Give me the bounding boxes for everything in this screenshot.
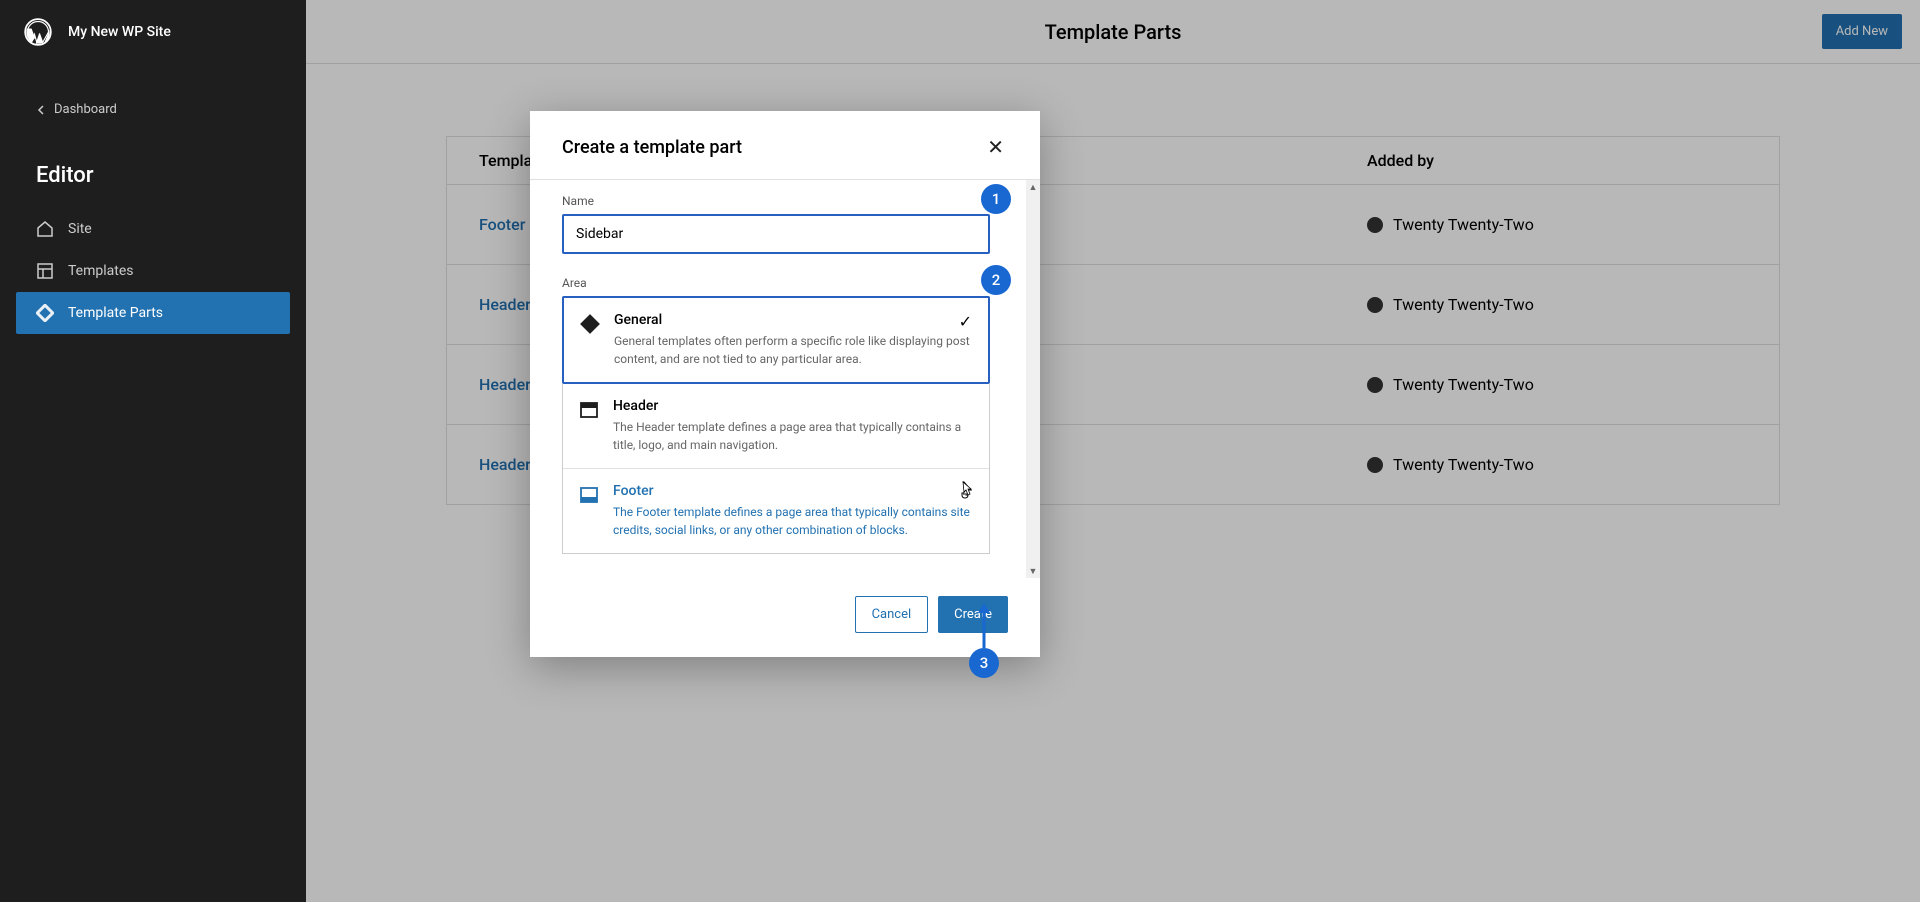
general-icon <box>580 314 600 334</box>
nav-template-parts[interactable]: Template Parts <box>16 292 290 334</box>
modal-header: Create a template part ✕ <box>530 111 1040 180</box>
modal-footer: Cancel Create <box>530 578 1040 657</box>
annotation-1: 1 <box>981 184 1011 214</box>
area-title: Footer <box>613 483 973 499</box>
nav-templates[interactable]: Templates <box>0 250 306 292</box>
nav-site-label: Site <box>68 221 92 237</box>
name-input[interactable] <box>562 214 990 254</box>
sidebar-header: My New WP Site <box>0 0 306 64</box>
dashboard-link[interactable]: Dashboard <box>0 88 306 131</box>
check-icon: ✓ <box>959 312 972 331</box>
close-button[interactable]: ✕ <box>983 133 1008 161</box>
area-footer-option[interactable]: Footer The Footer template defines a pag… <box>563 468 989 553</box>
area-field-label: Area <box>562 276 990 290</box>
modal-body: ▲ ▼ Name Area General General templates … <box>530 180 1040 578</box>
area-general-option[interactable]: General General templates often perform … <box>562 296 990 384</box>
layout-icon <box>36 262 54 280</box>
cursor-icon <box>959 481 973 503</box>
create-template-part-modal: Create a template part ✕ ▲ ▼ Name Area <box>530 111 1040 657</box>
area-other-options: Header The Header template defines a pag… <box>562 384 990 554</box>
dashboard-label: Dashboard <box>54 102 117 117</box>
area-desc: The Header template defines a page area … <box>613 418 973 454</box>
modal-title: Create a template part <box>562 137 742 158</box>
area-desc: General templates often perform a specif… <box>614 332 972 368</box>
nav-templates-label: Templates <box>68 263 134 279</box>
arrow-icon <box>970 603 1000 651</box>
annotation-2: 2 <box>981 265 1011 295</box>
name-field-label: Name <box>562 194 990 208</box>
close-icon: ✕ <box>987 135 1004 159</box>
chevron-left-icon <box>36 105 46 115</box>
annotation-3: 3 <box>969 648 999 678</box>
area-desc: The Footer template defines a page area … <box>613 503 973 539</box>
wordpress-logo-icon <box>24 18 52 46</box>
footer-icon <box>579 485 599 505</box>
nav-template-parts-label: Template Parts <box>68 305 163 321</box>
area-header-option[interactable]: Header The Header template defines a pag… <box>563 384 989 468</box>
header-icon <box>579 400 599 420</box>
cancel-button[interactable]: Cancel <box>855 596 929 633</box>
modal-scrollbar[interactable]: ▲ ▼ <box>1026 180 1040 578</box>
scroll-down-icon[interactable]: ▼ <box>1026 564 1040 578</box>
scroll-up-icon[interactable]: ▲ <box>1026 180 1040 194</box>
site-name: My New WP Site <box>68 24 171 40</box>
nav-site[interactable]: Site <box>0 208 306 250</box>
area-group: Area General General templates often per… <box>562 276 990 554</box>
editor-title: Editor <box>0 131 306 208</box>
sidebar: My New WP Site Dashboard Editor Site Tem… <box>0 0 306 902</box>
area-title: Header <box>613 398 973 414</box>
home-icon <box>36 220 54 238</box>
area-title: General <box>614 312 972 328</box>
template-parts-icon <box>36 304 54 322</box>
